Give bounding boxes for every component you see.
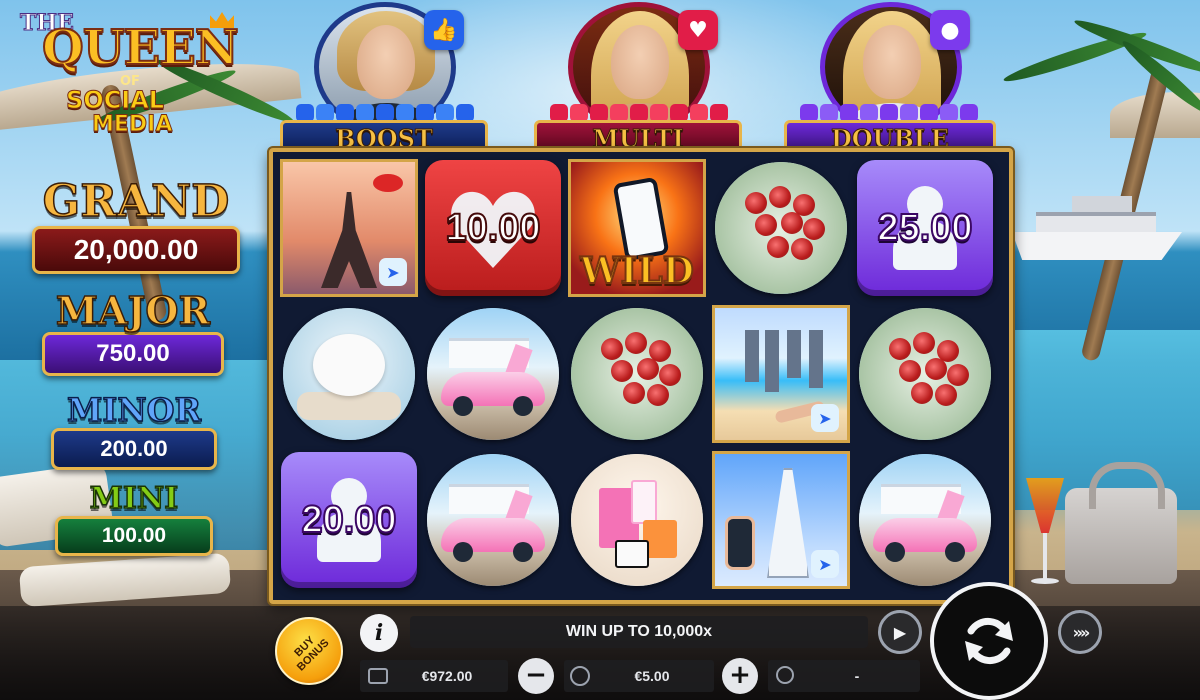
send-icon: ➤: [811, 404, 839, 432]
logo-social: SOCIAL: [65, 86, 165, 115]
bet-display: €5.00: [564, 660, 714, 692]
medal-icon: [776, 666, 794, 684]
jackpot-mini-amount: 100.00: [55, 516, 213, 556]
send-icon: ➤: [379, 258, 407, 286]
symbol-pink-car: [423, 450, 563, 590]
symbol-shopping-bags: [567, 450, 707, 590]
buy-bonus-button[interactable]: BUY BONUS: [275, 617, 343, 685]
symbol-value-amount: 20.00: [300, 498, 397, 542]
jackpot-minor-amount: 200.00: [51, 428, 217, 470]
symbol-value-amount: 25.00: [876, 206, 973, 250]
play-icon: ▶: [893, 622, 907, 642]
jackpot-major: MAJOR 750.00: [38, 288, 228, 376]
jackpot-major-title: MAJOR: [55, 288, 211, 333]
bet-value: €5.00: [634, 668, 670, 684]
balance-value: €972.00: [421, 668, 473, 684]
handbag: [1065, 462, 1177, 584]
increase-bet-button[interactable]: +: [722, 658, 758, 694]
game-logo: THE QUEEN OF SOCIAL MEDIA: [14, 4, 240, 144]
win-up-to-banner: WIN UP TO 10,000x: [410, 616, 868, 648]
jackpot-minor-title: MINOR: [66, 391, 202, 429]
influencer-multi: ♥ MULTI: [534, 0, 744, 160]
symbol-pink-car: [855, 450, 995, 590]
symbol-pink-car: [423, 304, 563, 444]
heart-icon: ♥: [678, 10, 718, 50]
cocktail-glass: [1026, 478, 1064, 588]
balance-display: €972.00: [360, 660, 508, 692]
user-icon: ●: [930, 10, 970, 50]
symbol-wild: WILD: [567, 158, 707, 298]
logo-media: MEDIA: [91, 112, 173, 138]
jackpot-mini-title: MINI: [89, 481, 179, 517]
symbol-value-purple: 20.00: [279, 450, 419, 590]
spin-arrows-icon: [965, 617, 1013, 665]
logo-queen: QUEEN: [41, 19, 240, 77]
autoplay-button[interactable]: ▶: [878, 610, 922, 654]
symbol-roses: [855, 304, 995, 444]
wallet-icon: [368, 668, 388, 684]
jackpot-grand-title: GRAND: [42, 176, 230, 227]
yacht: [1012, 190, 1182, 260]
win-value: -: [854, 668, 860, 684]
thumbs-up-icon: 👍: [424, 10, 464, 50]
symbol-value-red: 10.00: [423, 158, 563, 298]
coins-icon: [570, 666, 590, 686]
influencer-boost: 👍 BOOST: [280, 0, 490, 160]
jackpot-grand: GRAND 20,000.00: [30, 176, 242, 274]
symbol-eiffel-tower: ➤: [279, 158, 419, 298]
symbol-dubai: ➤: [711, 450, 851, 590]
jackpot-minor: MINOR 200.00: [48, 391, 220, 470]
wild-label: WILD: [579, 249, 695, 293]
symbol-dog: [279, 304, 419, 444]
info-button[interactable]: i: [360, 614, 398, 652]
win-display: -: [768, 660, 920, 692]
influencer-double: ● DOUBLE: [784, 0, 998, 160]
fast-forward-icon: »»: [1072, 622, 1091, 642]
turbo-button[interactable]: »»: [1058, 610, 1102, 654]
jackpot-mini: MINI 100.00: [52, 481, 216, 556]
reel-grid: ➤ 20.00 10.00 WILD ➤ ➤ 25.00: [269, 148, 1013, 604]
buy-bonus-label: BUY BONUS: [292, 634, 332, 674]
jackpot-grand-amount: 20,000.00: [32, 226, 240, 274]
jackpot-major-amount: 750.00: [42, 332, 224, 376]
symbol-beach: ➤: [711, 304, 851, 444]
symbol-roses: [567, 304, 707, 444]
symbol-value-purple: 25.00: [855, 158, 995, 298]
symbol-roses: [711, 158, 851, 298]
send-icon: ➤: [811, 550, 839, 578]
decrease-bet-button[interactable]: −: [518, 658, 554, 694]
symbol-value-amount: 10.00: [444, 206, 541, 250]
spin-button[interactable]: [930, 582, 1048, 700]
